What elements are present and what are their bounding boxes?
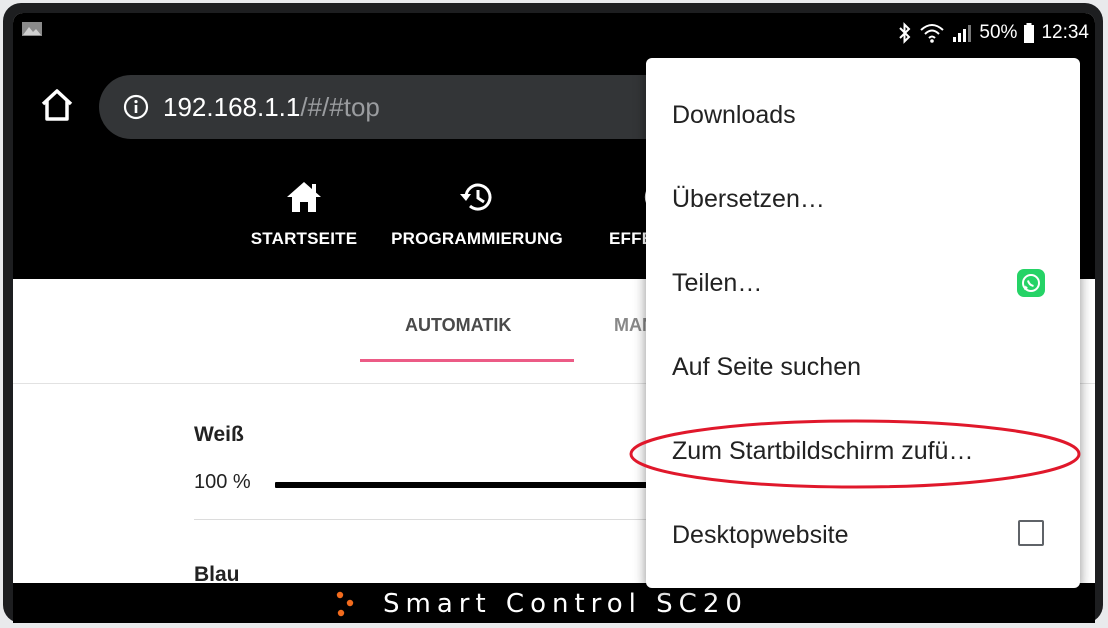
notification-image-icon: [22, 22, 42, 36]
tab-automatik[interactable]: AUTOMATIK: [405, 315, 511, 336]
nav-item-programmierung[interactable]: PROGRAMMIERUNG: [379, 151, 575, 279]
menu-item-label: Teilen…: [672, 269, 763, 297]
menu-item-share[interactable]: Teilen…: [646, 240, 1080, 324]
nav-item-startseite[interactable]: STARTSEITE: [239, 151, 369, 279]
app-footer: Smart Control SC20: [13, 583, 1095, 623]
nav-label-programmierung: PROGRAMMIERUNG: [391, 229, 563, 248]
browser-overflow-menu: Downloads Übersetzen… Teilen… Auf Seite …: [646, 58, 1080, 588]
home-icon: [287, 182, 321, 212]
menu-item-label: Desktopwebsite: [672, 521, 849, 549]
menu-item-translate[interactable]: Übersetzen…: [646, 156, 1080, 240]
menu-item-label: Zum Startbildschirm zufü…: [672, 437, 974, 465]
weiss-slider[interactable]: [275, 482, 695, 488]
menu-item-add-to-homescreen[interactable]: Zum Startbildschirm zufü…: [646, 408, 1080, 492]
smart-control-logo-icon: [336, 591, 354, 617]
url-path: /#/#top: [300, 92, 380, 122]
history-icon: [460, 183, 492, 211]
nav-label-startseite: STARTSEITE: [250, 229, 358, 248]
menu-item-label: Übersetzen…: [672, 185, 825, 213]
whatsapp-icon: [1017, 269, 1045, 297]
channel-name-weiss: Weiß: [194, 423, 244, 446]
clock: 12:34: [1041, 22, 1089, 43]
active-tab-indicator: [360, 359, 574, 362]
bluetooth-icon: [899, 22, 911, 44]
battery-percentage: 50%: [979, 22, 1018, 43]
menu-item-find-in-page[interactable]: Auf Seite suchen: [646, 324, 1080, 408]
status-icons: 50% 12:34: [897, 21, 1089, 45]
menu-item-desktop-site[interactable]: Desktopwebsite: [646, 492, 1080, 576]
battery-icon: [1024, 23, 1035, 43]
menu-item-downloads[interactable]: Downloads: [646, 72, 1080, 156]
footer-brand: Smart Control SC20: [383, 589, 748, 619]
desktop-site-checkbox[interactable]: [1018, 520, 1044, 546]
divider: [194, 519, 664, 520]
wifi-icon: [920, 24, 945, 43]
url-text[interactable]: 192.168.1.1/#/#top: [163, 91, 380, 123]
address-bar[interactable]: 192.168.1.1/#/#top: [99, 75, 739, 139]
menu-item-label: Downloads: [672, 101, 796, 129]
url-host: 192.168.1.1: [163, 92, 301, 122]
browser-home-icon[interactable]: [39, 87, 75, 123]
info-icon[interactable]: [123, 94, 149, 120]
channel-value-weiss: 100 %: [194, 471, 251, 493]
signal-icon: [953, 25, 972, 42]
menu-item-label: Auf Seite suchen: [672, 353, 862, 381]
